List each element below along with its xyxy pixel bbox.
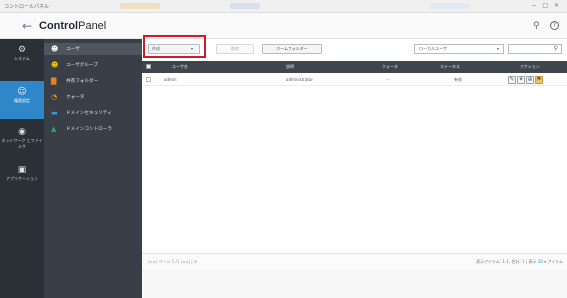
rail-item-label: システム (14, 56, 30, 61)
shared-folder-icon: ▇ (51, 77, 57, 85)
quota-icon: ◔ (51, 93, 58, 101)
highlight-box (143, 35, 206, 58)
network-icon: ◉ (18, 127, 26, 137)
per-page-select[interactable]: 10 (538, 259, 543, 264)
rail-item-system[interactable]: ⚙ システム (0, 45, 44, 75)
rail-item-label: 権限設定 (14, 98, 30, 103)
subnav-item-domain-controller[interactable]: ▲ ドメインコントローラ (44, 123, 142, 135)
user-type-select[interactable]: ローカルユーザ ▾ (414, 44, 504, 54)
row-actions: ✎ ✦ ⊕ ⚑ (508, 75, 544, 84)
search-input[interactable]: ⚲ (508, 44, 562, 54)
permission-icon[interactable]: ⊕ (526, 76, 534, 84)
window-title: コントロールパネル (4, 4, 50, 10)
subnav-item-quota[interactable]: ◔ クォータ (44, 91, 142, 103)
titlebar-decoration (430, 3, 470, 9)
rail-item-label: アプリケーション (6, 176, 38, 181)
table-header: ユーザ名 説明 クォータ ステータス アクション (142, 61, 567, 73)
domain-controller-icon: ▲ (51, 125, 57, 133)
search-icon[interactable]: ⚲ (533, 21, 540, 31)
cell-status: 有効 (454, 77, 462, 82)
search-icon: ⚲ (553, 45, 558, 52)
subnav-item-label: 共有フォルダー (66, 79, 99, 84)
pagination-controls[interactable]: |◂ ◂ | ページ 1 /1 | ▸ ▸| | ⟳ (148, 259, 197, 265)
close-icon[interactable]: × (554, 2, 561, 9)
column-header-status[interactable]: ステータス (440, 64, 460, 70)
subnav-item-users[interactable]: ☻ ユーザ (44, 43, 142, 55)
warn-icon[interactable]: ⚑ (535, 76, 543, 84)
window-controls[interactable]: − □ × (531, 2, 561, 9)
column-header-username[interactable]: ユーザ名 (172, 64, 188, 70)
pagination-bar: |◂ ◂ | ページ 1 /1 | ▸ ▸| | ⟳ 表示アイテム: 1-1, … (142, 253, 567, 269)
back-arrow-icon[interactable]: ← (22, 19, 32, 33)
toolbar: 作成 ▾ 削除 ホームフォルダー ローカルユーザ ▾ ⚲ (142, 35, 567, 61)
group-icon[interactable]: ✦ (517, 76, 525, 84)
sub-navigation: ☻ ユーザ ☻ ユーザグループ ▇ 共有フォルダー ◔ クォータ ▬ ドメインセ… (44, 39, 142, 298)
rail-item-applications[interactable]: ▣ アプリケーション (0, 165, 44, 197)
titlebar-decoration (120, 3, 160, 9)
rail-item-network[interactable]: ◉ ネットワーク とファイルサ (0, 127, 44, 159)
column-header-description[interactable]: 説明 (286, 64, 294, 70)
user-type-select-value: ローカルユーザ (419, 46, 447, 51)
home-folder-button[interactable]: ホームフォルダー (262, 44, 322, 54)
table-row[interactable]: admin administrator -- 有効 ✎ ✦ ⊕ ⚑ (142, 73, 567, 86)
minimize-icon[interactable]: − (531, 2, 538, 9)
pagination-summary-text: 表示アイテム: 1-1, 合計: 1 | 表示 (476, 259, 537, 264)
app-title-suffix: Panel (78, 20, 107, 32)
cell-username: admin (164, 77, 177, 82)
column-header-actions: アクション (520, 64, 540, 69)
category-rail: ⚙ システム ☺ 権限設定 ◉ ネットワーク とファイルサ ▣ アプリケーション (0, 39, 44, 298)
subnav-item-user-groups[interactable]: ☻ ユーザグループ (44, 59, 142, 71)
window-titlebar: コントロールパネル − □ × (0, 0, 567, 13)
app-title: ControlPanel (39, 20, 106, 32)
subnav-item-shared-folders[interactable]: ▇ 共有フォルダー (44, 75, 142, 87)
subnav-item-label: クォータ (66, 95, 85, 100)
subnav-item-domain-security[interactable]: ▬ ドメインセキュリティ (44, 107, 142, 119)
titlebar-decoration (230, 3, 260, 9)
subnav-item-label: ユーザ (66, 47, 80, 52)
edit-icon[interactable]: ✎ (508, 76, 516, 84)
app-header: ← ControlPanel ⚲ ? (0, 13, 567, 39)
app-title-prefix: Control (39, 20, 79, 32)
main-content: 作成 ▾ 削除 ホームフォルダー ローカルユーザ ▾ ⚲ ユーザ名 説明 クォー… (142, 35, 567, 298)
chevron-down-icon: ▾ (496, 46, 499, 51)
pagination-summary-suffix: ▾ アイテム (544, 259, 563, 264)
user-icon: ☻ (51, 45, 59, 53)
subnav-item-label: ユーザグループ (66, 63, 98, 68)
subnav-item-label: ドメインコントローラ (66, 127, 112, 132)
column-header-quota[interactable]: クォータ (382, 64, 398, 70)
maximize-icon[interactable]: □ (542, 2, 550, 9)
user-icon: ☺ (17, 87, 27, 97)
subnav-item-label: ドメインセキュリティ (66, 111, 112, 116)
row-checkbox[interactable] (146, 77, 151, 82)
select-all-checkbox[interactable] (146, 64, 151, 69)
rail-item-privilege[interactable]: ☺ 権限設定 (0, 81, 44, 119)
help-icon[interactable]: ? (550, 21, 559, 30)
user-group-icon: ☻ (51, 61, 59, 69)
cell-description: administrator (286, 77, 314, 82)
empty-area (142, 269, 567, 298)
user-table: ユーザ名 説明 クォータ ステータス アクション admin administr… (142, 61, 567, 86)
domain-security-icon: ▬ (51, 109, 58, 117)
pagination-summary: 表示アイテム: 1-1, 合計: 1 | 表示 10 ▾ アイテム (476, 259, 563, 265)
delete-button[interactable]: 削除 (216, 44, 254, 54)
app-icon: ▣ (17, 165, 27, 175)
cell-quota: -- (386, 77, 389, 82)
gear-icon: ⚙ (17, 45, 27, 55)
rail-item-label: ネットワーク とファイルサ (1, 138, 43, 149)
